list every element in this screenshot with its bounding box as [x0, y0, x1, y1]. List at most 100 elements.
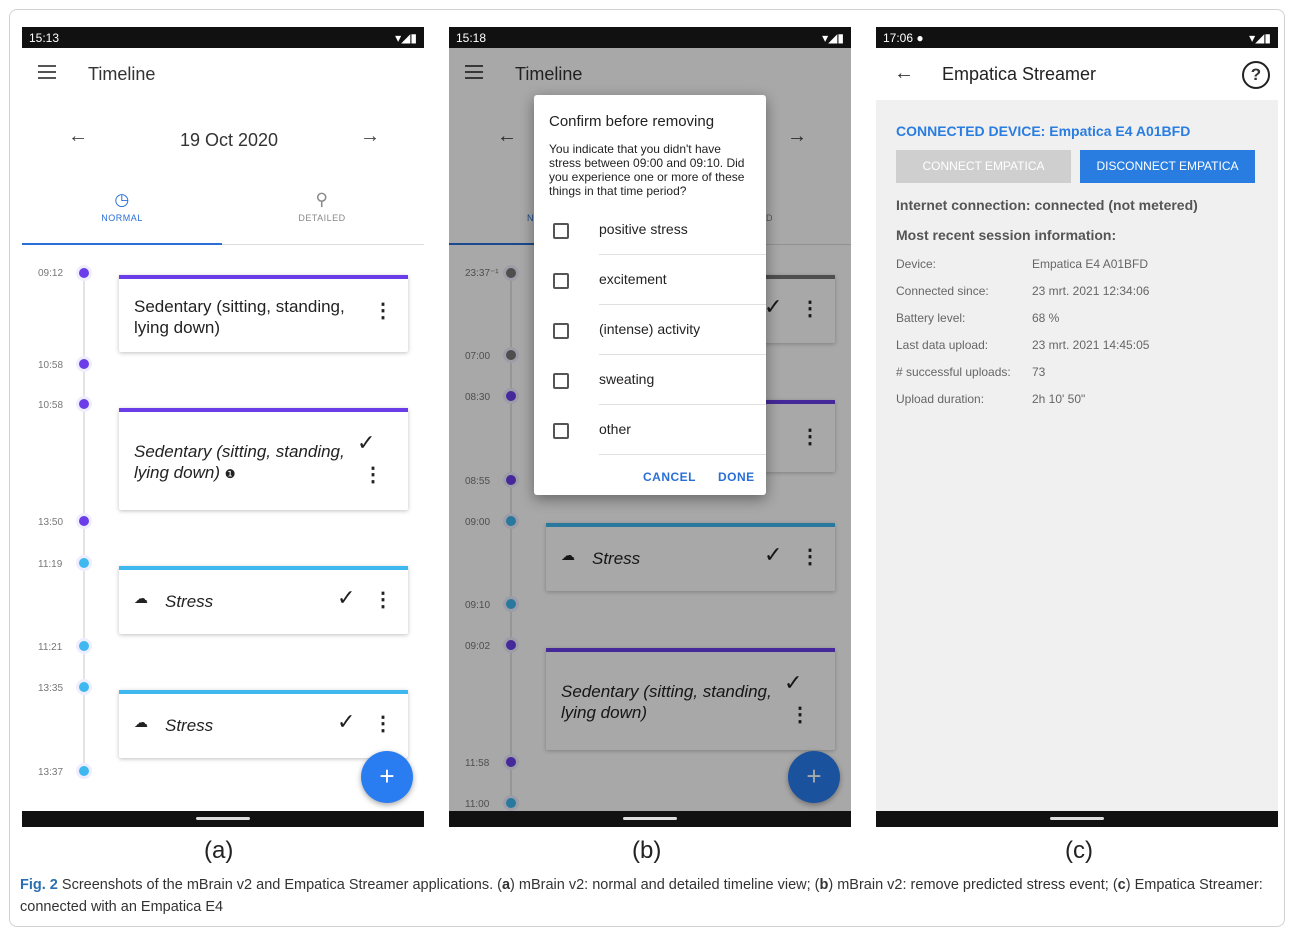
- clock-icon: ◷: [114, 190, 130, 209]
- status-icons: ▾◢▮: [822, 30, 844, 45]
- connect-empatica-button[interactable]: CONNECT EMPATICA: [896, 150, 1071, 183]
- check-icon[interactable]: ✓: [337, 585, 355, 611]
- view-tabs: ◷ NORMAL ⚲ DETAILED: [22, 187, 424, 245]
- help-icon[interactable]: ?: [1242, 61, 1270, 89]
- panel-label-c: (c): [1065, 837, 1093, 864]
- timeline-dot: [76, 638, 92, 654]
- status-time: 15:18: [456, 30, 487, 45]
- prev-day-arrow-icon[interactable]: ←: [68, 125, 88, 148]
- caption-text: ) mBrain v2: normal and detailed timelin…: [510, 877, 820, 893]
- time-label: 10:58: [38, 360, 64, 371]
- activity-card[interactable]: Sedentary (sitting, standing, lying down…: [119, 275, 408, 352]
- date-navigator: ← 19 Oct 2020 →: [22, 125, 424, 155]
- back-arrow-icon[interactable]: ←: [894, 62, 914, 85]
- app-bar: ← Empatica Streamer ?: [876, 48, 1278, 100]
- status-time: 15:13: [29, 30, 60, 45]
- activity-card[interactable]: Sedentary (sitting, standing, lying down…: [119, 408, 408, 510]
- option-other[interactable]: other: [534, 405, 766, 455]
- more-vert-icon[interactable]: ⋮: [373, 714, 393, 734]
- info-icon[interactable]: ❶: [225, 467, 236, 481]
- card-color-bar: [119, 408, 408, 412]
- card-color-bar: [119, 690, 408, 694]
- caption-ref: c: [1117, 877, 1126, 893]
- home-gesture-pill[interactable]: [623, 817, 677, 820]
- stress-cloud-icon: ☁: [134, 590, 148, 606]
- info-row-upload-duration: Upload duration: 2h 10' 50": [896, 392, 1085, 406]
- checkbox[interactable]: [553, 323, 569, 339]
- page-title: Timeline: [88, 64, 156, 84]
- more-vert-icon[interactable]: ⋮: [363, 465, 383, 485]
- checkbox[interactable]: [553, 373, 569, 389]
- info-value: Empatica E4 A01BFD: [1032, 257, 1149, 271]
- timeline-dot: [76, 396, 92, 412]
- option-intense-activity[interactable]: (intense) activity: [534, 305, 766, 355]
- home-gesture-pill[interactable]: [196, 817, 250, 820]
- stress-card[interactable]: ☁ Stress ✓ ⋮: [119, 690, 408, 758]
- checkbox[interactable]: [553, 423, 569, 439]
- figure-number: Fig. 2: [20, 877, 58, 893]
- dialog-message: You indicate that you didn't have stress…: [549, 142, 745, 198]
- stress-card[interactable]: ☁ Stress ✓ ⋮: [119, 566, 408, 634]
- disconnect-empatica-button[interactable]: DISCONNECT EMPATICA: [1080, 150, 1255, 183]
- more-vert-icon[interactable]: ⋮: [373, 590, 393, 610]
- home-gesture-pill[interactable]: [1050, 817, 1104, 820]
- card-color-bar: [119, 275, 408, 279]
- option-label: sweating: [599, 371, 655, 387]
- time-label: 11:21: [38, 642, 63, 653]
- tab-label: DETAILED: [298, 213, 346, 223]
- system-nav-bar: [876, 811, 1278, 827]
- time-label: 11:19: [38, 559, 63, 570]
- status-bar: 15:18 ▾◢▮: [449, 27, 851, 48]
- app-bar: Timeline: [22, 48, 424, 100]
- info-key: Upload duration:: [896, 392, 985, 406]
- time-label: 10:58: [38, 400, 64, 411]
- done-button[interactable]: DONE: [718, 470, 755, 484]
- info-row-connected-since: Connected since: 23 mrt. 2021 12:34:06: [896, 284, 1149, 298]
- tab-detailed[interactable]: ⚲ DETAILED: [222, 187, 422, 245]
- card-label: Stress: [165, 716, 214, 735]
- session-info-heading: Most recent session information:: [896, 227, 1117, 243]
- option-label: positive stress: [599, 221, 688, 237]
- record-dot-icon: ●: [916, 30, 924, 45]
- info-row-device: Device: Empatica E4 A01BFD: [896, 257, 1148, 271]
- info-value: 2h 10' 50": [1032, 392, 1086, 406]
- info-key: Battery level:: [896, 311, 966, 325]
- add-fab-button[interactable]: +: [361, 751, 413, 803]
- option-sweating[interactable]: sweating: [534, 355, 766, 405]
- caption-text: Screenshots of the mBrain v2 and Empatic…: [57, 877, 502, 893]
- search-icon: ⚲: [315, 190, 329, 209]
- panel-label-a: (a): [204, 837, 234, 864]
- status-icons: ▾◢▮: [1249, 30, 1271, 45]
- card-color-bar: [119, 566, 408, 570]
- streamer-content: CONNECTED DEVICE: Empatica E4 A01BFD CON…: [876, 100, 1278, 811]
- option-label: (intense) activity: [599, 321, 701, 337]
- option-positive-stress[interactable]: positive stress: [534, 205, 766, 255]
- panel-label-b: (b): [632, 837, 662, 864]
- checkbox[interactable]: [553, 273, 569, 289]
- timeline-dot: [76, 265, 92, 281]
- more-vert-icon[interactable]: ⋮: [373, 301, 393, 321]
- page-title: Empatica Streamer: [942, 64, 1097, 84]
- info-row-battery: Battery level: 68 %: [896, 311, 1059, 325]
- check-icon[interactable]: ✓: [357, 430, 375, 456]
- checkbox[interactable]: [553, 223, 569, 239]
- info-value: 73: [1032, 365, 1046, 379]
- cancel-button[interactable]: CANCEL: [643, 470, 696, 484]
- timeline-dot: [76, 763, 92, 779]
- option-excitement[interactable]: excitement: [534, 255, 766, 305]
- figure-caption: Fig. 2 Screenshots of the mBrain v2 and …: [20, 874, 1270, 918]
- check-icon[interactable]: ✓: [337, 709, 355, 735]
- next-day-arrow-icon[interactable]: →: [360, 125, 380, 148]
- status-left: 17:06 ●: [883, 31, 924, 45]
- info-value: 68 %: [1032, 311, 1060, 325]
- timeline-dot: [76, 679, 92, 695]
- timeline-dot: [76, 555, 92, 571]
- phone-panel-b: 15:18 ▾◢▮ Timeline ← → N D 23:37⁻¹ 07:00 …: [449, 27, 851, 827]
- caption-text: ) mBrain v2: remove predicted stress eve…: [828, 877, 1118, 893]
- menu-icon[interactable]: [38, 65, 56, 79]
- info-key: Connected since:: [896, 284, 989, 298]
- option-label: excitement: [599, 271, 667, 287]
- info-row-last-upload: Last data upload: 23 mrt. 2021 14:45:05: [896, 338, 1149, 352]
- tab-normal[interactable]: ◷ NORMAL: [22, 187, 222, 245]
- card-label: Stress: [165, 592, 214, 611]
